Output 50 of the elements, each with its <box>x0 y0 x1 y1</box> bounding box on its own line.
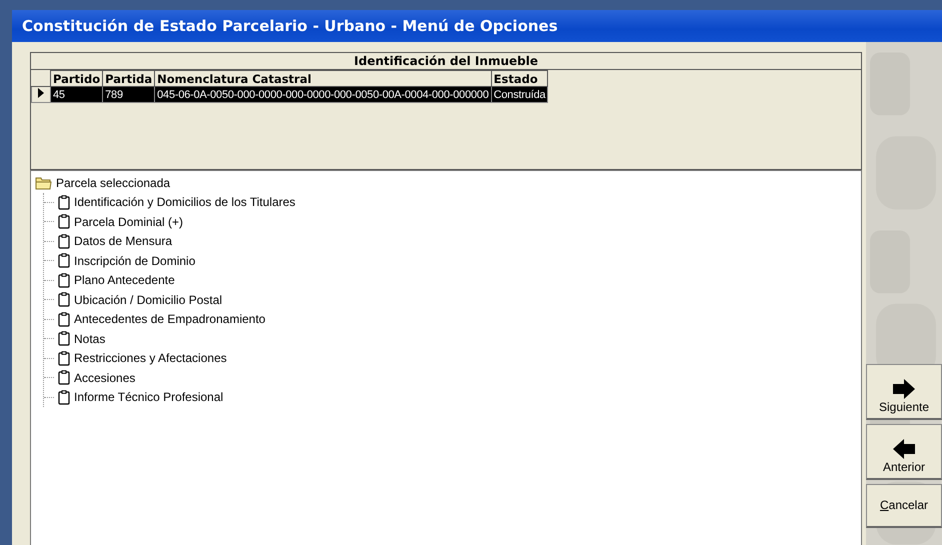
cancel-button[interactable]: Cancelar <box>866 484 942 528</box>
tree-item[interactable]: Parcela seleccionada <box>35 173 857 192</box>
tree-item-label: Ubicación / Domicilio Postal <box>74 292 222 307</box>
tree-item-label: Identificación y Domicilios de los Titulares <box>74 195 296 210</box>
grid-row[interactable]: 45 789 045-06-0A-0050-000-0000-000-0000-000-0050-00A-0004-000-000000 Construída <box>32 86 553 102</box>
back-button[interactable]: Anterior <box>866 424 942 480</box>
tree-item[interactable]: Informe Técnico Profesional <box>44 388 296 407</box>
tree-item[interactable]: Identificación y Domicilios de los Titulares <box>44 192 296 212</box>
clipboard-icon <box>58 292 70 308</box>
tree-item-label: Plano Antecedente <box>74 273 175 288</box>
row-pointer-icon <box>37 88 45 98</box>
clipboard-icon <box>58 390 70 405</box>
tree-item[interactable]: Inscripción de Dominio <box>44 251 296 270</box>
tree-item[interactable]: Antecedentes de Empadronamiento <box>44 310 296 329</box>
tree-item[interactable]: Plano Antecedente <box>44 270 296 290</box>
tree-item-label: Parcela Dominial (+) <box>74 214 184 229</box>
grid-caption: Identificación del Inmueble <box>31 53 861 70</box>
table-cell: 789 <box>102 86 155 102</box>
tree-item[interactable]: Restricciones y Afectaciones <box>44 348 296 368</box>
clipboard-icon <box>58 350 70 366</box>
clipboard-icon <box>58 312 70 327</box>
tree-item-label: Restricciones y Afectaciones <box>74 351 227 366</box>
table-cell: 045-06-0A-0050-000-0000-000-0000-000-0050-00A-0004-000-000000 <box>154 86 492 102</box>
tree-item[interactable]: Datos de Mensura <box>44 232 296 251</box>
clipboard-icon <box>58 234 70 249</box>
left-arrow-icon <box>891 438 917 460</box>
clipboard-icon <box>58 253 70 268</box>
clipboard-icon <box>58 370 70 386</box>
right-arrow-icon <box>891 378 917 400</box>
tree-item[interactable]: Notas <box>44 329 296 348</box>
tree-item[interactable]: Parcela Dominial (+) <box>44 212 296 232</box>
clipboard-icon <box>58 331 70 346</box>
tree-item[interactable]: Ubicación / Domicilio Postal <box>44 290 296 310</box>
column-header[interactable]: Nomenclatura Catastral <box>154 70 492 86</box>
clipboard-icon <box>58 214 70 230</box>
folder-icon <box>35 176 52 190</box>
clipboard-icon <box>58 272 70 288</box>
clipboard-icon <box>58 194 70 210</box>
tree-item-label: Datos de Mensura <box>74 234 172 248</box>
table-cell: 45 <box>50 86 103 102</box>
tree-item-label: Accesiones <box>74 370 136 385</box>
tree-item-label: Parcela seleccionada <box>56 176 170 190</box>
tree-item-label: Notas <box>74 332 106 346</box>
window-title: Constitución de Estado Parcelario - Urbano - Menú de Opciones <box>22 17 558 35</box>
tree-item-label: Informe Técnico Profesional <box>74 390 224 404</box>
tree-item-label: Antecedentes de Empadronamiento <box>74 312 266 326</box>
tree-item-label: Inscripción de Dominio <box>74 254 196 268</box>
next-button[interactable]: Siguiente <box>866 364 942 420</box>
tree-item[interactable]: Accesiones <box>44 368 296 388</box>
table-cell: Construída <box>491 86 548 102</box>
